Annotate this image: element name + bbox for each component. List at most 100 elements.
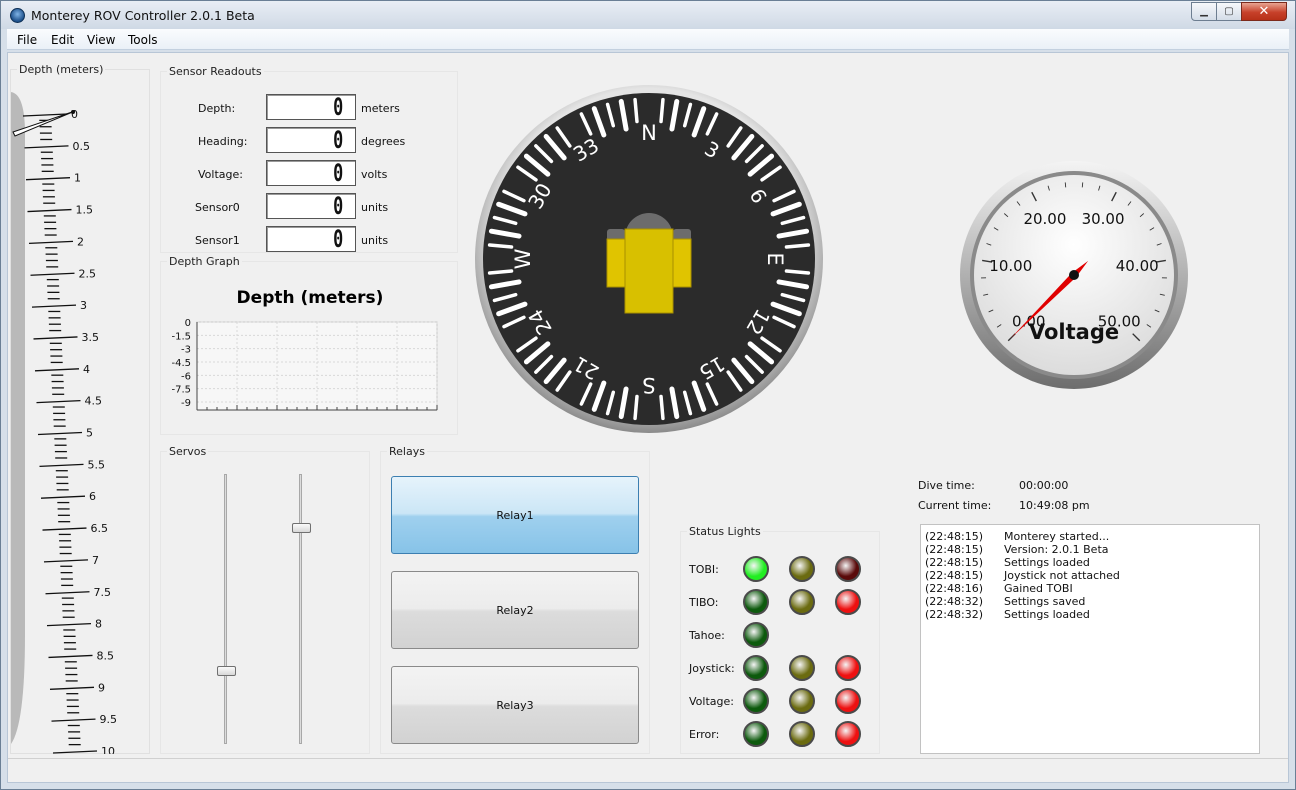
compass-tick xyxy=(487,269,514,275)
depth-gauge-tick-label: 6 xyxy=(89,490,96,503)
relay2-button[interactable]: Relay2 xyxy=(391,571,639,649)
compass-tick xyxy=(633,97,639,124)
servo-1-thumb[interactable] xyxy=(292,523,311,533)
relays-panel: Relays Relay1 Relay2 Relay3 xyxy=(380,445,650,754)
status-light-indicator xyxy=(789,556,815,582)
depth-gauge-tick-label: 1.5 xyxy=(76,204,94,217)
depth-gauge-major-tick xyxy=(42,527,87,531)
main-panel: Depth (meters) 0 0.5 1 1.5 2 2.5 3 3.5 4 4.5 5 5.5 6… xyxy=(7,52,1289,783)
status-light-label: Error: xyxy=(689,728,720,741)
sensor-label: Voltage: xyxy=(198,168,243,181)
voltage-gauge-label: 10.00 xyxy=(989,257,1032,275)
log-timestamp: (22:48:32) xyxy=(925,595,983,608)
log-message: Settings loaded xyxy=(1004,556,1090,569)
voltage-gauge-hub xyxy=(1069,270,1079,280)
depth-gauge-tick-label: 10 xyxy=(101,745,115,754)
status-light-indicator xyxy=(789,688,815,714)
log-entry: (22:48:32) Settings saved xyxy=(925,595,1255,608)
depth-gauge-tick-label: 5 xyxy=(86,427,93,440)
compass-tick xyxy=(784,269,811,275)
rov-icon-body xyxy=(624,228,674,314)
close-button[interactable]: ✕ xyxy=(1241,2,1287,21)
voltage-gauge: 0.0010.0020.0030.0040.0050.00Voltage xyxy=(960,161,1188,389)
servos-panel: Servos xyxy=(160,445,370,754)
log-message: Joystick not attached xyxy=(1004,569,1120,582)
depth-gauge-major-tick xyxy=(40,495,86,499)
log-entry: (22:48:15) Monterey started... xyxy=(925,530,1255,543)
title-bar[interactable]: Monterey ROV Controller 2.0.1 Beta ▁ ▢ ✕ xyxy=(1,1,1295,29)
sensor-unit: units xyxy=(361,201,389,214)
relay3-button[interactable]: Relay3 xyxy=(391,666,639,744)
current-time-value: 10:49:08 pm xyxy=(1019,499,1090,512)
sensor-label: Sensor1 xyxy=(195,234,240,247)
minimize-icon: ▁ xyxy=(1200,6,1208,17)
compass-tick xyxy=(784,243,811,249)
compass-label: N xyxy=(641,121,657,145)
log-message: Monterey started... xyxy=(1004,530,1110,543)
rov-icon-right-thruster xyxy=(672,238,692,288)
compass-tick xyxy=(633,394,639,421)
rov-icon-left-thruster xyxy=(606,238,626,288)
log-timestamp: (22:48:15) xyxy=(925,569,983,582)
minimize-button[interactable]: ▁ xyxy=(1191,2,1217,21)
depth-gauge-tick-label: 8.5 xyxy=(97,649,115,662)
relay1-button[interactable]: Relay1 xyxy=(391,476,639,554)
sensor-readouts-title: Sensor Readouts xyxy=(167,65,264,78)
status-light-indicator xyxy=(835,589,861,615)
log-timestamp: (22:48:15) xyxy=(925,543,983,556)
depth-gauge-tick-label: 4 xyxy=(83,363,90,376)
compass-tick xyxy=(487,243,514,249)
depth-gauge-panel: Depth (meters) 0 0.5 1 1.5 2 2.5 3 3.5 4 4.5 5 5.5 6… xyxy=(10,63,150,754)
dive-time-value: 00:00:00 xyxy=(1019,479,1069,492)
depth-gauge-tick-label: 8 xyxy=(95,618,102,631)
log-timestamp: (22:48:15) xyxy=(925,530,983,543)
servos-title: Servos xyxy=(167,445,209,458)
log-entry: (22:48:16) Gained TOBI xyxy=(925,582,1255,595)
status-light-indicator xyxy=(743,556,769,582)
maximize-icon: ▢ xyxy=(1224,6,1234,17)
status-light-indicator xyxy=(743,622,769,648)
servo-0-track[interactable] xyxy=(224,474,227,744)
depth-graph-y-tick: 0 xyxy=(185,318,191,329)
depth-gauge-major-tick xyxy=(36,400,81,404)
voltage-gauge-label: 40.00 xyxy=(1116,257,1159,275)
window-title: Monterey ROV Controller 2.0.1 Beta xyxy=(31,8,255,23)
depth-gauge-major-tick xyxy=(52,750,98,754)
depth-gauge-tick-label: 4.5 xyxy=(85,395,103,408)
menu-edit[interactable]: Edit xyxy=(51,33,74,47)
depth-gauge-major-tick xyxy=(34,368,80,372)
menu-tools[interactable]: Tools xyxy=(128,33,158,47)
depth-gauge-major-tick xyxy=(43,559,89,563)
sensor-unit: degrees xyxy=(361,135,406,148)
depth-graph-y-tick: -7.5 xyxy=(171,385,191,396)
depth-gauge-major-tick xyxy=(48,654,93,659)
depth-gauge-tick-label: 3.5 xyxy=(82,331,100,344)
status-light-label: Tahoe: xyxy=(689,629,725,642)
status-light-indicator xyxy=(789,721,815,747)
relays-title: Relays xyxy=(387,445,427,458)
compass-label: W xyxy=(511,248,535,269)
depth-gauge-major-tick xyxy=(31,304,77,308)
log-timestamp: (22:48:32) xyxy=(925,608,983,621)
sensor-value-display: 0 xyxy=(266,93,356,121)
depth-gauge-needle-hub xyxy=(71,110,75,114)
depth-gauge-major-tick xyxy=(25,177,71,181)
depth-gauge-major-tick xyxy=(33,336,78,340)
servo-0-thumb[interactable] xyxy=(217,666,236,677)
depth-gauge-tick-label: 7 xyxy=(92,554,99,567)
sensor-label: Heading: xyxy=(198,135,248,148)
menu-file[interactable]: File xyxy=(17,33,37,47)
sensor-unit: units xyxy=(361,234,389,247)
compass-heading-indicator: N36E1215S2124W3033 xyxy=(475,85,823,433)
depth-gauge-tick-label: 0 xyxy=(71,108,78,121)
menu-view[interactable]: View xyxy=(87,33,115,47)
depth-gauge-tick-label: 1 xyxy=(74,172,81,185)
depth-gauge-major-tick xyxy=(37,431,83,436)
servo-1-track[interactable] xyxy=(299,474,302,744)
event-log[interactable]: (22:48:15) Monterey started... (22:48:15) V… xyxy=(920,524,1260,754)
menu-bar: File Edit View Tools xyxy=(7,29,1289,50)
log-message: Settings loaded xyxy=(1004,608,1090,621)
sensor-value-display: 0 xyxy=(266,192,356,220)
maximize-button[interactable]: ▢ xyxy=(1216,2,1242,21)
status-light-label: Voltage: xyxy=(689,695,734,708)
